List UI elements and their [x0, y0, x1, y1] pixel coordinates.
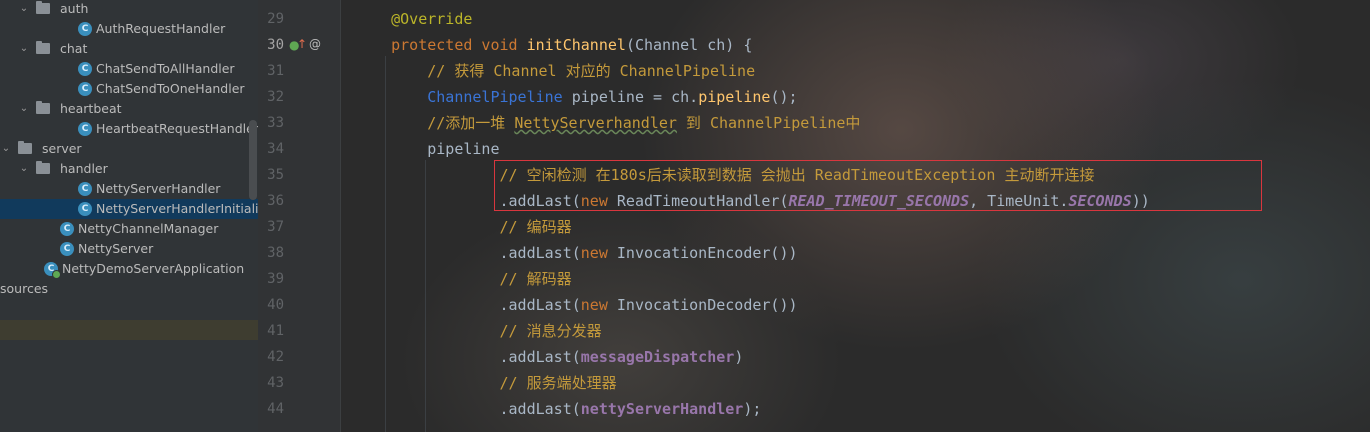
folder-icon — [36, 1, 50, 14]
run-badge-icon — [52, 270, 61, 279]
line-number: 33 — [267, 115, 284, 131]
tree-item-label: sources — [0, 281, 49, 296]
tree-item-file[interactable]: C NettyServer — [0, 239, 258, 259]
tree-item-folder[interactable]: ⌄ chat — [0, 39, 258, 59]
folder-icon — [36, 41, 50, 54]
class-icon: C — [78, 122, 92, 136]
class-icon: C — [78, 82, 92, 96]
tree-item-label: NettyDemoServerApplication — [62, 261, 245, 276]
line-number: 31 — [267, 63, 284, 79]
chevron-down-icon[interactable]: ⌄ — [18, 3, 30, 15]
code-line[interactable]: @Override — [355, 6, 472, 32]
tree-item-folder[interactable]: ⌄ auth — [0, 0, 258, 19]
chevron-down-icon[interactable]: ⌄ — [18, 43, 30, 55]
tree-item-label: ChatSendToOneHandler — [96, 81, 245, 96]
line-number-gutter: 29 30 31 32 33 34 35 36 37 38 39 40 41 42 43 44 ● ↑ @ — [258, 0, 340, 432]
tree-item-file[interactable]: C NettyChannelManager — [0, 219, 258, 239]
tree-item-label: AuthRequestHandler — [96, 21, 226, 36]
class-icon: C — [60, 242, 74, 256]
project-tree: ⌄ auth C AuthRequestHandler ⌄ chat C ChatSendTo… — [0, 0, 258, 432]
code-line[interactable]: // 服务端处理器 — [355, 370, 616, 396]
tree-scrollbar[interactable] — [249, 120, 257, 200]
line-number: 40 — [267, 297, 284, 313]
tree-item-file[interactable]: C NettyServerHandlerInitializer — [0, 199, 258, 219]
code-line[interactable]: .addLast(new InvocationEncoder()) — [355, 240, 797, 266]
tree-item-folder[interactable]: ⌄ heartbeat — [0, 99, 258, 119]
line-number: 34 — [267, 141, 284, 157]
tree-item-label: auth — [60, 1, 89, 16]
folder-icon — [36, 101, 50, 114]
code-line[interactable]: // 编码器 — [355, 214, 571, 240]
tree-item-label: heartbeat — [60, 101, 122, 116]
line-number: 44 — [267, 401, 284, 417]
line-number: 36 — [267, 193, 284, 209]
tree-row-highlight — [0, 320, 258, 340]
line-number: 38 — [267, 245, 284, 261]
line-number: 32 — [267, 89, 284, 105]
folder-icon — [36, 161, 50, 174]
tree-item-label: HeartbeatRequestHandler — [96, 121, 258, 136]
override-arrow-icon[interactable]: ↑ — [297, 37, 307, 51]
code-line[interactable]: .addLast(nettyServerHandler); — [355, 396, 761, 422]
line-number: 29 — [267, 11, 284, 27]
line-number: 42 — [267, 349, 284, 365]
tree-item-label: NettyServerHandler — [96, 181, 221, 196]
tree-item-folder[interactable]: ⌄ handler — [0, 159, 258, 179]
code-line[interactable]: // 获得 Channel 对应的 ChannelPipeline — [355, 58, 755, 84]
tree-item-file[interactable]: C NettyDemoServerApplication — [0, 259, 258, 279]
class-icon: C — [78, 62, 92, 76]
tree-item-label: chat — [60, 41, 88, 56]
code-line[interactable]: .addLast(new ReadTimeoutHandler(READ_TIM… — [355, 188, 1149, 214]
tree-item-file[interactable]: C NettyServerHandler — [0, 179, 258, 199]
tree-item-label: NettyChannelManager — [78, 221, 219, 236]
tree-item-file[interactable]: C HeartbeatRequestHandler — [0, 119, 258, 139]
class-icon: C — [78, 182, 92, 196]
tree-item-label: NettyServer — [78, 241, 154, 256]
line-number: 35 — [267, 167, 284, 183]
code-line[interactable]: // 消息分发器 — [355, 318, 601, 344]
chevron-down-icon[interactable]: ⌄ — [18, 163, 30, 175]
tree-item-label: ChatSendToAllHandler — [96, 61, 235, 76]
chevron-down-icon[interactable]: ⌄ — [18, 103, 30, 115]
code-line[interactable]: protected void initChannel(Channel ch) { — [355, 32, 752, 58]
line-number: 43 — [267, 375, 284, 391]
code-line[interactable]: // 解码器 — [355, 266, 571, 292]
tree-item-folder[interactable]: ⌄ server — [0, 139, 258, 159]
class-icon: C — [78, 22, 92, 36]
annotation-marker-icon[interactable]: @ — [309, 37, 321, 51]
class-icon: C — [60, 222, 74, 236]
tree-item-label: NettyServerHandlerInitializer — [96, 201, 258, 216]
line-number: 39 — [267, 271, 284, 287]
tree-item-file[interactable]: C AuthRequestHandler — [0, 19, 258, 39]
folder-icon — [18, 141, 32, 154]
line-number: 41 — [267, 323, 284, 339]
chevron-down-icon[interactable]: ⌄ — [0, 143, 12, 155]
code-line[interactable]: .addLast(messageDispatcher) — [355, 344, 743, 370]
code-editor[interactable]: @Override protected void initChannel(Cha… — [341, 0, 1370, 432]
line-number: 30 — [267, 37, 284, 53]
tree-item-folder[interactable]: sources — [0, 279, 258, 299]
tree-item-label: handler — [60, 161, 108, 176]
code-line[interactable]: pipeline — [355, 136, 499, 162]
code-line[interactable]: .addLast(new InvocationDecoder()) — [355, 292, 797, 318]
code-line[interactable]: //添加一堆 NettyServerhandler 到 ChannelPipel… — [355, 110, 860, 136]
code-line[interactable]: // 空闲检测 在180s后未读取到数据 会抛出 ReadTimeoutExce… — [355, 162, 1094, 188]
tree-item-label: server — [42, 141, 82, 156]
tree-item-file[interactable]: C ChatSendToAllHandler — [0, 59, 258, 79]
tree-item-file[interactable]: C ChatSendToOneHandler — [0, 79, 258, 99]
class-icon: C — [78, 202, 92, 216]
code-line[interactable]: ChannelPipeline pipeline = ch.pipeline()… — [355, 84, 797, 110]
line-number: 37 — [267, 219, 284, 235]
